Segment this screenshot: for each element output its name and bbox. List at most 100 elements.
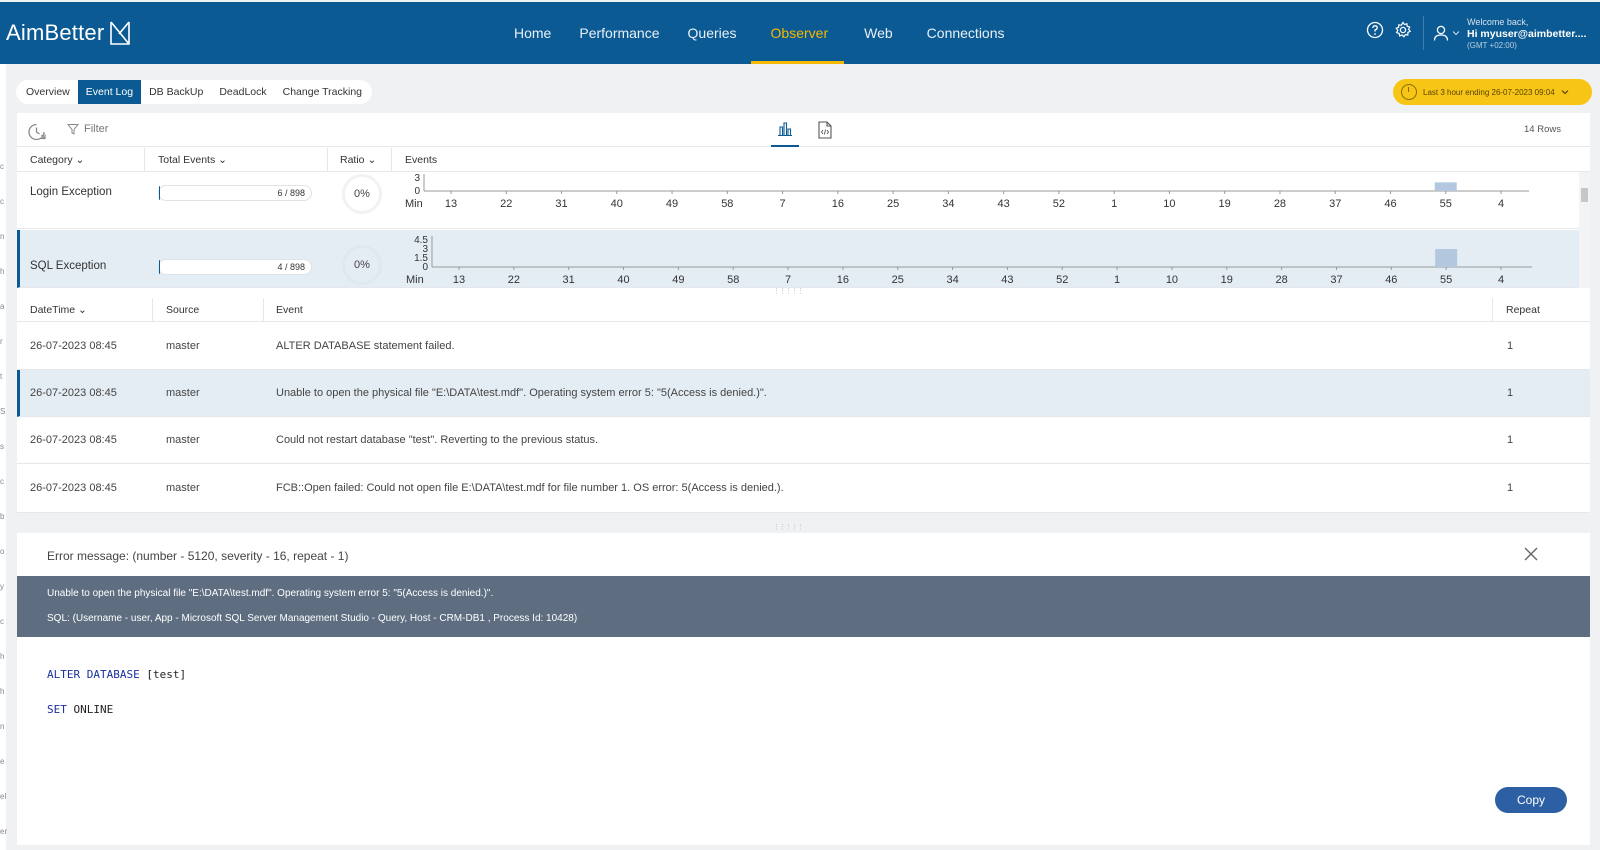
x-tick-label: 52 (1056, 274, 1068, 286)
col-source: Source (166, 304, 200, 316)
column-divider (144, 148, 145, 172)
tab-overview[interactable]: Overview (18, 80, 78, 104)
bar-chart-icon (778, 122, 792, 137)
column-divider (1492, 298, 1493, 322)
error-line-1: Unable to open the physical file "E:\DAT… (47, 588, 494, 599)
col-total-events[interactable]: Total Events ⌄ (158, 154, 227, 166)
category-row[interactable]: Login Exception 6 / 898 0% 3 0 Min 13 22 31 40… (17, 172, 1579, 229)
row-repeat: 1 (1507, 482, 1514, 494)
tab-deadlock[interactable]: DeadLock (211, 80, 274, 104)
events-minichart: 4.531.50Min 13 22 31 40 49 58 7 16 25 34 43 52 1 10 19 2… (406, 235, 1532, 286)
row-repeat: 1 (1507, 387, 1514, 399)
col-category[interactable]: Category ⌄ (30, 154, 84, 166)
row-event: Unable to open the physical file "E:\DAT… (276, 387, 767, 399)
y-tick-label: 0 (422, 262, 428, 273)
logo[interactable]: AimBetter (6, 20, 132, 46)
nav-web[interactable]: Web (844, 2, 913, 64)
user-icon (1433, 25, 1449, 41)
x-tick-label: 28 (1276, 274, 1288, 286)
rows-count: 14 Rows (1524, 124, 1561, 135)
col-datetime-label: DateTime (30, 304, 76, 316)
table-row[interactable]: 26-07-2023 08:45 master Could not restar… (17, 417, 1590, 464)
x-tick-label: 40 (611, 198, 623, 210)
x-tick-label: 22 (508, 274, 520, 286)
table-row[interactable]: 26-07-2023 08:45 master FCB::Open failed… (17, 465, 1590, 513)
event-bar[interactable] (1435, 249, 1458, 267)
col-ratio[interactable]: Ratio ⌄ (340, 154, 376, 166)
left-rail-letter: c (0, 162, 4, 171)
y-tick-label: 0 (414, 186, 420, 197)
left-rail-letter: o (0, 547, 5, 556)
user-info[interactable]: Welcome back, Hi myuser@aimbetter.... (G… (1467, 16, 1586, 52)
settings-gear-icon[interactable] (1394, 21, 1412, 39)
nav-observer[interactable]: Observer (750, 2, 845, 64)
left-rail: c c n h a r t Ss c b o y c h h n e el er (0, 64, 7, 850)
left-rail-letter: t (0, 372, 3, 381)
row-source: master (166, 387, 200, 399)
category-row-selected[interactable]: SQL Exception 4 / 898 0% 4.5 3 1.5 0 Min 13 22… (17, 230, 1579, 288)
x-tick-label: 7 (785, 274, 791, 286)
code-file-icon[interactable] (817, 121, 833, 139)
user-timezone: (GMT +02:00) (1467, 41, 1517, 50)
table-row-selected[interactable]: 26-07-2023 08:45 master Unable to open t… (17, 370, 1590, 417)
welcome-text: Welcome back, (1467, 17, 1529, 27)
copy-button[interactable]: Copy (1495, 787, 1567, 813)
row-datetime: 26-07-2023 08:45 (30, 387, 117, 399)
resize-handle[interactable]: ⋮⋮⋮⋮⋮ (773, 523, 804, 531)
x-tick-label: 10 (1166, 274, 1178, 286)
history-icon[interactable] (27, 122, 49, 140)
events-table-header: DateTime ⌄ Source Event Repeat (17, 298, 1590, 322)
x-tick-label: 37 (1329, 198, 1341, 210)
left-rail-letter: S (0, 407, 6, 416)
nav-queries[interactable]: Queries (674, 2, 751, 64)
col-datetime[interactable]: DateTime ⌄ (30, 304, 87, 316)
vertical-scrollbar[interactable] (1579, 172, 1590, 288)
left-rail-letter: el (0, 792, 7, 801)
row-event: ALTER DATABASE statement failed. (276, 340, 455, 352)
sub-tabs: Overview Event Log DB BackUp DeadLock Ch… (16, 80, 373, 104)
x-tick-label: 19 (1219, 198, 1231, 210)
time-range-label: Last 3 hour ending 26-07-2023 09:04 (1423, 87, 1555, 97)
left-rail-letter: h (0, 267, 5, 276)
error-details-band: Unable to open the physical file "E:\DAT… (17, 576, 1590, 637)
pane-splitter[interactable] (17, 513, 1590, 533)
left-rail-letter: c (0, 197, 4, 206)
column-divider (152, 298, 153, 322)
x-tick-label: 13 (453, 274, 465, 286)
nav-home[interactable]: Home (500, 2, 565, 64)
event-bar[interactable] (1434, 182, 1457, 191)
clock-icon (1401, 84, 1417, 100)
nav-connections[interactable]: Connections (913, 2, 1019, 64)
user-menu[interactable] (1432, 24, 1460, 42)
tab-event-log[interactable]: Event Log (77, 80, 142, 104)
tab-db-backup[interactable]: DB BackUp (141, 80, 211, 104)
table-row[interactable]: 26-07-2023 08:45 master ALTER DATABASE s… (17, 323, 1590, 370)
left-rail-letter: b (0, 512, 5, 521)
event-log-card: Filter 14 Rows Category ⌄ Total Events ⌄… (17, 113, 1590, 845)
x-tick-label: 52 (1053, 198, 1065, 210)
time-range-selector[interactable]: Last 3 hour ending 26-07-2023 09:04 (1393, 79, 1592, 105)
left-rail-letter: c (0, 477, 4, 486)
tab-change-tracking[interactable]: Change Tracking (275, 80, 370, 104)
x-tick-label: 1 (1114, 274, 1120, 286)
close-icon[interactable] (1522, 545, 1540, 563)
chart-view-tab[interactable] (771, 121, 799, 147)
x-tick-label: 7 (780, 198, 786, 210)
left-rail-letter: h (0, 687, 5, 696)
filter-button[interactable]: Filter (67, 123, 108, 135)
nav-performance[interactable]: Performance (565, 2, 673, 64)
logo-mark-icon (110, 21, 131, 45)
scrollbar-thumb[interactable] (1581, 188, 1588, 202)
resize-handle[interactable]: ⋮⋮⋮⋮⋮ (773, 287, 804, 295)
col-total-label: Total Events (158, 154, 216, 166)
chevron-down-icon: ⌄ (367, 154, 377, 166)
top-divider (1423, 16, 1424, 50)
col-ratio-label: Ratio (340, 154, 365, 166)
help-icon[interactable] (1366, 21, 1384, 39)
x-tick-label: 34 (946, 274, 958, 286)
x-tick-label: 16 (832, 198, 844, 210)
row-source: master (166, 434, 200, 446)
x-tick-label: 19 (1221, 274, 1233, 286)
main-nav: Home Performance Queries Observer Web Co… (500, 2, 1019, 64)
error-title: Error message: (number - 5120, severity … (47, 549, 349, 563)
